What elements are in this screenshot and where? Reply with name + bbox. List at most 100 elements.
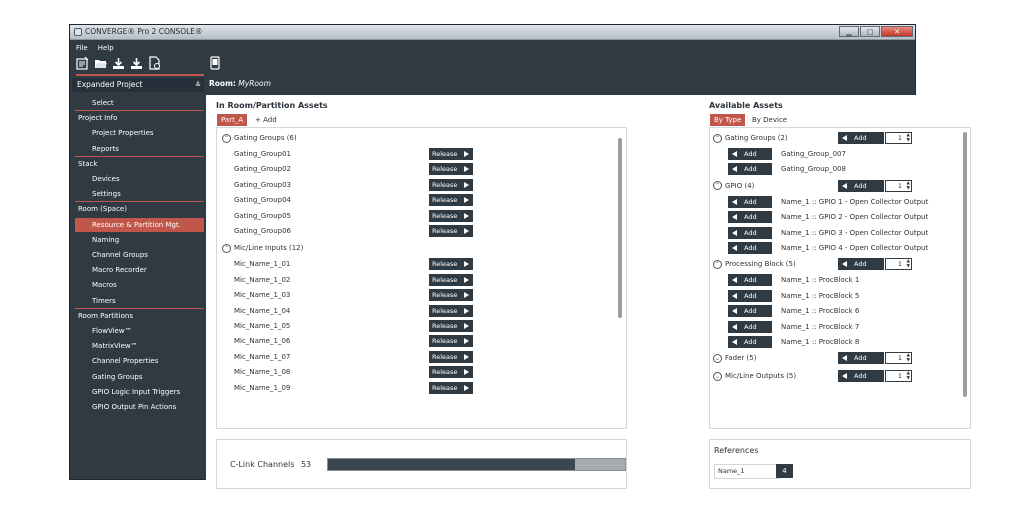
release-button[interactable]: Release bbox=[429, 381, 473, 394]
sidebar-item-timers[interactable]: Timers bbox=[92, 294, 204, 308]
add-button[interactable]: Add bbox=[728, 148, 772, 160]
stepper-arrows-icon[interactable]: ▲ ▼ bbox=[907, 259, 910, 269]
download-icon[interactable] bbox=[112, 56, 125, 70]
sidebar-item-macros[interactable]: Macros bbox=[92, 278, 204, 292]
quantity-stepper[interactable]: 1 ▲ ▼ bbox=[885, 352, 912, 365]
add-button[interactable]: Add bbox=[728, 336, 772, 348]
collapse-icon[interactable]: ⌃ bbox=[713, 259, 722, 269]
release-button[interactable]: Release bbox=[429, 148, 473, 160]
release-button[interactable]: Release bbox=[429, 350, 473, 363]
minimize-button[interactable]: ▁ bbox=[839, 26, 859, 37]
sidebar-item-macro-recorder[interactable]: Macro Recorder bbox=[92, 263, 204, 277]
release-button[interactable]: Release bbox=[429, 163, 473, 176]
release-button[interactable]: Release bbox=[429, 320, 473, 332]
tab-part-a[interactable]: Part_A bbox=[217, 114, 248, 126]
tab-by-device[interactable]: By Device bbox=[748, 114, 791, 126]
stepper-arrows-icon[interactable]: ▲ ▼ bbox=[907, 353, 910, 363]
add-button[interactable]: Add bbox=[728, 320, 772, 333]
release-button[interactable]: Release bbox=[429, 178, 473, 191]
group-header[interactable]: ⌃ GPIO (4) bbox=[713, 180, 754, 192]
add-button[interactable]: Add bbox=[728, 163, 772, 176]
menu-file[interactable]: File bbox=[76, 44, 88, 52]
release-button[interactable]: Release bbox=[429, 304, 473, 317]
quantity-stepper[interactable]: 1 ▲ ▼ bbox=[885, 132, 912, 144]
sidebar-item-gpio-logic-input-triggers[interactable]: GPIO Logic Input Triggers bbox=[92, 385, 204, 399]
sidebar-item-resource-partition-mgt[interactable]: Resource & Partition Mgt. bbox=[75, 217, 204, 232]
add-group-button[interactable]: Add bbox=[838, 352, 884, 365]
scrollbar[interactable] bbox=[963, 132, 967, 397]
app-icon bbox=[74, 28, 82, 36]
sidebar-item-channel-properties[interactable]: Channel Properties bbox=[92, 354, 204, 368]
sidebar-item-flowview[interactable]: FlowView™ bbox=[92, 324, 204, 338]
play-arrow-icon bbox=[464, 151, 469, 157]
quantity-stepper[interactable]: 1 ▲ ▼ bbox=[885, 179, 912, 192]
add-group-button[interactable]: Add bbox=[838, 370, 884, 383]
collapse-icon[interactable]: ⌃ bbox=[713, 181, 722, 191]
sidebar-item-room-partitions[interactable]: Room Partitions bbox=[78, 309, 204, 323]
quantity-stepper[interactable]: 1 ▲ ▼ bbox=[885, 370, 912, 383]
close-button[interactable]: ✕ bbox=[881, 26, 913, 37]
sidebar-item-settings[interactable]: Settings bbox=[92, 187, 204, 201]
tab-add-partition[interactable]: + Add bbox=[251, 114, 281, 126]
maximize-button[interactable]: □ bbox=[860, 26, 880, 37]
sidebar-item-channel-groups[interactable]: Channel Groups bbox=[92, 248, 204, 262]
group-header[interactable]: ⌃ Processing Block (5) bbox=[713, 258, 796, 270]
group-header[interactable]: ⌃ Mic/Line Inputs (12) bbox=[222, 242, 303, 254]
group-header[interactable]: ⌄ Mic/Line Outputs (5) bbox=[713, 370, 796, 382]
stepper-arrows-icon[interactable]: ▲ ▼ bbox=[907, 133, 910, 143]
expand-icon[interactable]: ⌄ bbox=[713, 353, 722, 363]
add-button[interactable]: Add bbox=[728, 211, 772, 224]
collapse-icon[interactable]: ≚ bbox=[195, 78, 201, 92]
arrow-left-icon bbox=[732, 339, 737, 345]
release-button[interactable]: Release bbox=[429, 366, 473, 379]
menu-help[interactable]: Help bbox=[98, 44, 114, 52]
add-button[interactable]: Add bbox=[728, 274, 772, 287]
add-group-button[interactable]: Add bbox=[838, 258, 884, 271]
release-button[interactable]: Release bbox=[429, 225, 473, 237]
add-button[interactable]: Add bbox=[728, 305, 772, 318]
sidebar-item-devices[interactable]: Devices bbox=[92, 172, 204, 186]
quantity-stepper[interactable]: 1 ▲ ▼ bbox=[885, 258, 912, 271]
sidebar-item-select[interactable]: Select bbox=[92, 96, 204, 110]
sidebar-item-naming[interactable]: Naming bbox=[92, 233, 204, 247]
group-header[interactable]: ⌃ Gating Groups (2) bbox=[713, 132, 788, 144]
device-icon[interactable] bbox=[210, 56, 220, 70]
release-label: Release bbox=[432, 291, 458, 300]
tab-by-type[interactable]: By Type bbox=[710, 114, 746, 126]
add-button[interactable]: Add bbox=[728, 242, 772, 254]
collapse-icon[interactable]: ⌃ bbox=[713, 133, 722, 143]
sidebar-item-project-info[interactable]: Project Info bbox=[78, 111, 204, 125]
collapse-icon[interactable]: ⌃ bbox=[222, 243, 231, 253]
sidebar-item-gating-groups[interactable]: Gating Groups bbox=[92, 370, 204, 384]
release-button[interactable]: Release bbox=[429, 289, 473, 302]
sidebar-item-stack[interactable]: Stack bbox=[78, 157, 204, 171]
sidebar-item-room-space[interactable]: Room (Space) bbox=[78, 202, 204, 216]
add-group-button[interactable]: Add bbox=[838, 179, 884, 192]
sidebar-item-project-properties[interactable]: Project Properties bbox=[92, 126, 204, 140]
stepper-arrows-icon[interactable]: ▲ ▼ bbox=[907, 371, 910, 381]
add-button[interactable]: Add bbox=[728, 195, 772, 208]
play-arrow-icon bbox=[464, 369, 469, 376]
download-alt-icon[interactable] bbox=[130, 56, 143, 70]
add-button[interactable]: Add bbox=[728, 226, 772, 239]
release-button[interactable]: Release bbox=[429, 258, 473, 271]
new-project-icon[interactable] bbox=[76, 56, 89, 70]
sidebar-item-reports[interactable]: Reports bbox=[92, 142, 204, 156]
collapse-icon[interactable]: ⌃ bbox=[222, 133, 231, 143]
stepper-arrows-icon[interactable]: ▲ ▼ bbox=[907, 181, 910, 191]
sidebar-item-gpio-output-pin-actions[interactable]: GPIO Output Pin Actions bbox=[92, 400, 204, 414]
sidebar-header[interactable]: Expanded Project ≚ bbox=[72, 78, 204, 92]
expand-icon[interactable]: ⌄ bbox=[713, 371, 722, 381]
new-document-icon[interactable] bbox=[148, 56, 161, 70]
release-button[interactable]: Release bbox=[429, 209, 473, 222]
group-header[interactable]: ⌃ Gating Groups (6) bbox=[222, 132, 297, 144]
release-button[interactable]: Release bbox=[429, 273, 473, 286]
add-group-button[interactable]: Add bbox=[838, 132, 884, 144]
group-header[interactable]: ⌄ Fader (5) bbox=[713, 352, 756, 364]
open-folder-icon[interactable] bbox=[94, 56, 107, 70]
release-button[interactable]: Release bbox=[429, 194, 473, 207]
add-button[interactable]: Add bbox=[728, 289, 772, 302]
release-button[interactable]: Release bbox=[429, 335, 473, 348]
scrollbar[interactable] bbox=[618, 138, 622, 318]
sidebar-item-matrixview[interactable]: MatrixView™ bbox=[92, 339, 204, 353]
